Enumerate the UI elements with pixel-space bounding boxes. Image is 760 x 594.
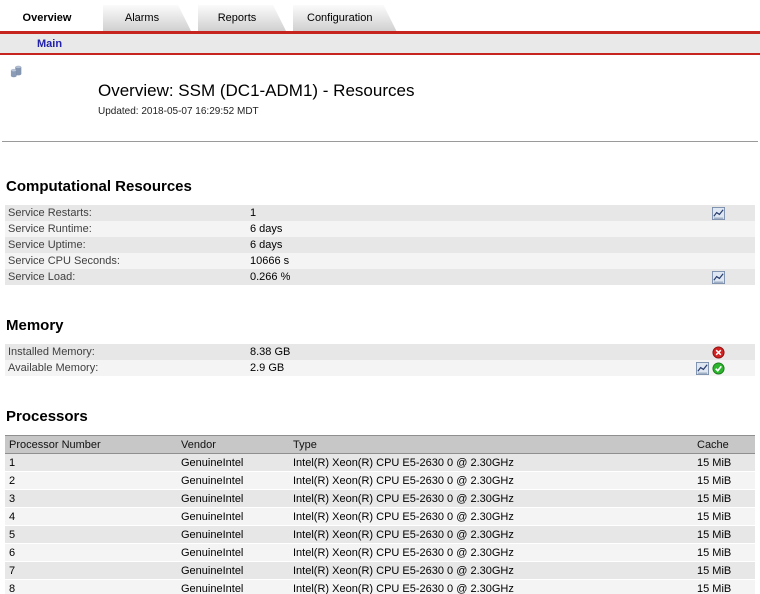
alarm-icon	[712, 346, 725, 359]
cell-type: Intel(R) Xeon(R) CPU E5-2630 0 @ 2.30GHz	[289, 562, 693, 580]
attr-row-available-memory: Available Memory: 2.9 GB	[5, 360, 755, 376]
cell-type: Intel(R) Xeon(R) CPU E5-2630 0 @ 2.30GHz	[289, 490, 693, 508]
attr-row-service-cpu-seconds: Service CPU Seconds: 10666 s	[5, 253, 755, 269]
cell-processor-number: 5	[5, 526, 177, 544]
chart-icon[interactable]	[696, 362, 709, 375]
page-title: Overview: SSM (DC1-ADM1) - Resources	[98, 81, 414, 101]
status-normal-icon	[712, 362, 725, 375]
table-row: 3 GenuineIntel Intel(R) Xeon(R) CPU E5-2…	[5, 490, 755, 508]
cell-type: Intel(R) Xeon(R) CPU E5-2630 0 @ 2.30GHz	[289, 472, 693, 490]
section-title-processors: Processors	[6, 408, 760, 425]
cell-cache: 15 MiB	[693, 562, 755, 580]
attr-row-service-runtime: Service Runtime: 6 days	[5, 221, 755, 237]
cell-type: Intel(R) Xeon(R) CPU E5-2630 0 @ 2.30GHz	[289, 526, 693, 544]
cell-type: Intel(R) Xeon(R) CPU E5-2630 0 @ 2.30GHz	[289, 508, 693, 526]
table-row: 8 GenuineIntel Intel(R) Xeon(R) CPU E5-2…	[5, 580, 755, 594]
column-header-vendor: Vendor	[177, 436, 289, 454]
updated-timestamp: Updated: 2018-05-07 16:29:52 MDT	[98, 106, 414, 117]
cell-processor-number: 7	[5, 562, 177, 580]
tab-alarms-label: Alarms	[125, 12, 159, 24]
cell-cache: 15 MiB	[693, 454, 755, 472]
attr-row-installed-memory: Installed Memory: 8.38 GB	[5, 344, 755, 360]
table-row: 7 GenuineIntel Intel(R) Xeon(R) CPU E5-2…	[5, 562, 755, 580]
cell-cache: 15 MiB	[693, 580, 755, 594]
tab-reports[interactable]: Reports	[198, 5, 286, 31]
cell-type: Intel(R) Xeon(R) CPU E5-2630 0 @ 2.30GHz	[289, 454, 693, 472]
tab-configuration[interactable]: Configuration	[293, 5, 396, 31]
column-header-type: Type	[289, 436, 693, 454]
attr-label: Service CPU Seconds:	[5, 253, 250, 269]
attr-value: 10666 s	[250, 253, 725, 269]
attr-label: Service Restarts:	[5, 205, 250, 221]
breadcrumb-bar: Main	[0, 34, 760, 55]
processors-table: Processor Number Vendor Type Cache 1 Gen…	[5, 435, 755, 594]
table-row: 4 GenuineIntel Intel(R) Xeon(R) CPU E5-2…	[5, 508, 755, 526]
cell-cache: 15 MiB	[693, 526, 755, 544]
processors-header-row: Processor Number Vendor Type Cache	[5, 436, 755, 454]
section-title-memory: Memory	[6, 317, 760, 334]
cell-vendor: GenuineIntel	[177, 508, 289, 526]
cell-vendor: GenuineIntel	[177, 472, 289, 490]
attr-value: 8.38 GB	[250, 344, 712, 360]
cell-cache: 15 MiB	[693, 472, 755, 490]
attr-value: 6 days	[250, 221, 725, 237]
tab-reports-label: Reports	[218, 12, 257, 24]
section-title-computational: Computational Resources	[6, 178, 760, 195]
tab-overview[interactable]: Overview	[8, 5, 96, 31]
cell-processor-number: 1	[5, 454, 177, 472]
cell-vendor: GenuineIntel	[177, 526, 289, 544]
cell-processor-number: 3	[5, 490, 177, 508]
attr-value: 1	[250, 205, 712, 221]
attr-label: Service Runtime:	[5, 221, 250, 237]
attr-row-service-uptime: Service Uptime: 6 days	[5, 237, 755, 253]
tab-overview-label: Overview	[23, 12, 72, 24]
storage-cylinders-icon	[10, 65, 82, 133]
header-text: Overview: SSM (DC1-ADM1) - Resources Upd…	[98, 65, 414, 133]
cell-vendor: GenuineIntel	[177, 562, 289, 580]
attr-value: 2.9 GB	[250, 360, 696, 376]
cell-vendor: GenuineIntel	[177, 544, 289, 562]
attr-label: Service Load:	[5, 269, 250, 285]
page-header: Overview: SSM (DC1-ADM1) - Resources Upd…	[0, 55, 760, 137]
cell-processor-number: 8	[5, 580, 177, 594]
cell-processor-number: 2	[5, 472, 177, 490]
cell-vendor: GenuineIntel	[177, 580, 289, 594]
chart-icon[interactable]	[712, 271, 725, 284]
attr-label: Available Memory:	[5, 360, 250, 376]
header-divider	[2, 141, 758, 142]
attr-value: 0.266 %	[250, 269, 712, 285]
cell-vendor: GenuineIntel	[177, 490, 289, 508]
tab-bar: Overview Alarms Reports Configuration	[0, 0, 760, 31]
chart-icon[interactable]	[712, 207, 725, 220]
cell-type: Intel(R) Xeon(R) CPU E5-2630 0 @ 2.30GHz	[289, 544, 693, 562]
tab-configuration-label: Configuration	[307, 12, 372, 24]
table-row: 5 GenuineIntel Intel(R) Xeon(R) CPU E5-2…	[5, 526, 755, 544]
column-header-cache: Cache	[693, 436, 755, 454]
table-row: 6 GenuineIntel Intel(R) Xeon(R) CPU E5-2…	[5, 544, 755, 562]
tab-alarms[interactable]: Alarms	[103, 5, 191, 31]
table-row: 2 GenuineIntel Intel(R) Xeon(R) CPU E5-2…	[5, 472, 755, 490]
breadcrumb-main-link[interactable]: Main	[37, 38, 62, 50]
attr-label: Installed Memory:	[5, 344, 250, 360]
memory-table: Installed Memory: 8.38 GB Available Memo…	[5, 344, 755, 376]
table-row: 1 GenuineIntel Intel(R) Xeon(R) CPU E5-2…	[5, 454, 755, 472]
cell-vendor: GenuineIntel	[177, 454, 289, 472]
attr-label: Service Uptime:	[5, 237, 250, 253]
attr-row-service-restarts: Service Restarts: 1	[5, 205, 755, 221]
cell-type: Intel(R) Xeon(R) CPU E5-2630 0 @ 2.30GHz	[289, 580, 693, 594]
column-header-processor-number: Processor Number	[5, 436, 177, 454]
computational-table: Service Restarts: 1 Service Runtime: 6 d…	[5, 205, 755, 285]
cell-cache: 15 MiB	[693, 544, 755, 562]
cell-cache: 15 MiB	[693, 490, 755, 508]
attr-value: 6 days	[250, 237, 725, 253]
attr-row-service-load: Service Load: 0.266 %	[5, 269, 755, 285]
page: Overview Alarms Reports Configuration Ma…	[0, 0, 760, 594]
cell-processor-number: 6	[5, 544, 177, 562]
cell-processor-number: 4	[5, 508, 177, 526]
cell-cache: 15 MiB	[693, 508, 755, 526]
